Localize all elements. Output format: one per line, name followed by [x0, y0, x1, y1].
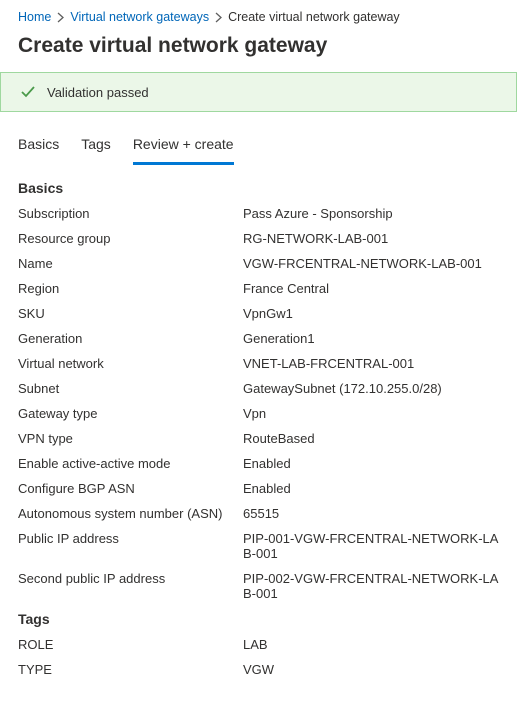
value-subnet: GatewaySubnet (172.10.255.0/28) — [243, 381, 442, 396]
breadcrumb-gateways-link[interactable]: Virtual network gateways — [70, 10, 209, 24]
tab-tags[interactable]: Tags — [81, 130, 111, 165]
value-second-public-ip: PIP-002-VGW-FRCENTRAL-NETWORK-LAB-001 — [243, 571, 499, 601]
tab-review-create[interactable]: Review + create — [133, 130, 234, 165]
label-region: Region — [18, 281, 243, 296]
value-virtual-network: VNET-LAB-FRCENTRAL-001 — [243, 356, 414, 371]
tab-basics[interactable]: Basics — [18, 130, 59, 165]
label-asn: Autonomous system number (ASN) — [18, 506, 243, 521]
row-generation: Generation Generation1 — [18, 331, 499, 346]
label-public-ip: Public IP address — [18, 531, 243, 546]
label-virtual-network: Virtual network — [18, 356, 243, 371]
value-public-ip: PIP-001-VGW-FRCENTRAL-NETWORK-LAB-001 — [243, 531, 499, 561]
value-sku: VpnGw1 — [243, 306, 293, 321]
row-resource-group: Resource group RG-NETWORK-LAB-001 — [18, 231, 499, 246]
row-public-ip: Public IP address PIP-001-VGW-FRCENTRAL-… — [18, 531, 499, 561]
label-tag-type: TYPE — [18, 662, 243, 677]
chevron-right-icon — [215, 12, 222, 23]
label-gateway-type: Gateway type — [18, 406, 243, 421]
label-bgp-asn: Configure BGP ASN — [18, 481, 243, 496]
row-active-active: Enable active-active mode Enabled — [18, 456, 499, 471]
value-subscription: Pass Azure - Sponsorship — [243, 206, 393, 221]
value-gateway-type: Vpn — [243, 406, 266, 421]
label-generation: Generation — [18, 331, 243, 346]
tab-row: Basics Tags Review + create — [18, 130, 499, 166]
validation-message: Validation passed — [47, 85, 149, 100]
value-active-active: Enabled — [243, 456, 291, 471]
value-region: France Central — [243, 281, 329, 296]
label-second-public-ip: Second public IP address — [18, 571, 243, 586]
validation-banner: Validation passed — [0, 72, 517, 112]
label-tag-role: ROLE — [18, 637, 243, 652]
tags-heading: Tags — [18, 611, 499, 627]
label-sku: SKU — [18, 306, 243, 321]
row-name: Name VGW-FRCENTRAL-NETWORK-LAB-001 — [18, 256, 499, 271]
label-vpn-type: VPN type — [18, 431, 243, 446]
row-vpn-type: VPN type RouteBased — [18, 431, 499, 446]
breadcrumb: Home Virtual network gateways Create vir… — [18, 0, 499, 30]
label-name: Name — [18, 256, 243, 271]
row-tag-type: TYPE VGW — [18, 662, 499, 677]
row-gateway-type: Gateway type Vpn — [18, 406, 499, 421]
value-name: VGW-FRCENTRAL-NETWORK-LAB-001 — [243, 256, 482, 271]
breadcrumb-home-link[interactable]: Home — [18, 10, 51, 24]
value-vpn-type: RouteBased — [243, 431, 315, 446]
row-tag-role: ROLE LAB — [18, 637, 499, 652]
row-sku: SKU VpnGw1 — [18, 306, 499, 321]
row-bgp-asn: Configure BGP ASN Enabled — [18, 481, 499, 496]
basics-heading: Basics — [18, 180, 499, 196]
value-resource-group: RG-NETWORK-LAB-001 — [243, 231, 388, 246]
label-subnet: Subnet — [18, 381, 243, 396]
label-resource-group: Resource group — [18, 231, 243, 246]
row-subnet: Subnet GatewaySubnet (172.10.255.0/28) — [18, 381, 499, 396]
value-bgp-asn: Enabled — [243, 481, 291, 496]
value-generation: Generation1 — [243, 331, 315, 346]
value-asn: 65515 — [243, 506, 279, 521]
value-tag-role: LAB — [243, 637, 268, 652]
check-icon — [19, 83, 37, 101]
page-title: Create virtual network gateway — [18, 34, 499, 58]
row-asn: Autonomous system number (ASN) 65515 — [18, 506, 499, 521]
row-second-public-ip: Second public IP address PIP-002-VGW-FRC… — [18, 571, 499, 601]
value-tag-type: VGW — [243, 662, 274, 677]
row-region: Region France Central — [18, 281, 499, 296]
breadcrumb-current: Create virtual network gateway — [228, 10, 400, 24]
label-active-active: Enable active-active mode — [18, 456, 243, 471]
row-subscription: Subscription Pass Azure - Sponsorship — [18, 206, 499, 221]
chevron-right-icon — [57, 12, 64, 23]
row-virtual-network: Virtual network VNET-LAB-FRCENTRAL-001 — [18, 356, 499, 371]
label-subscription: Subscription — [18, 206, 243, 221]
